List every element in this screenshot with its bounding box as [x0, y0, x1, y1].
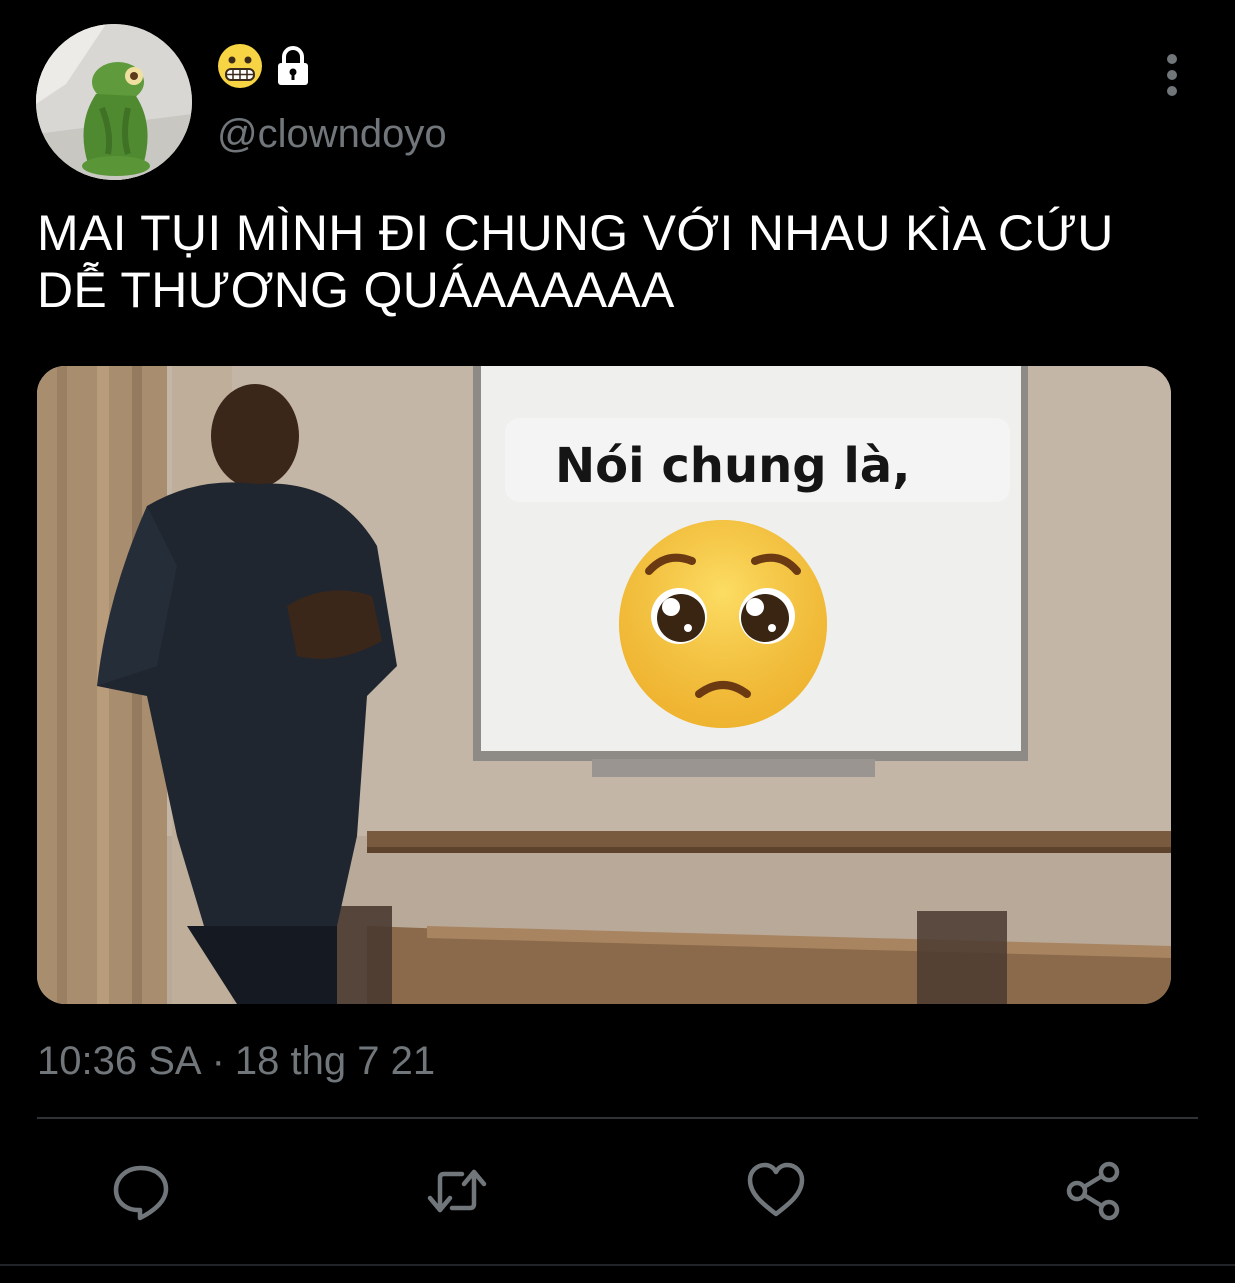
retweet-button[interactable]: [426, 1160, 488, 1222]
reply-icon: [113, 1165, 169, 1221]
tweet-media-image[interactable]: Nói chung là,: [37, 366, 1171, 1004]
divider: [37, 1117, 1198, 1119]
share-icon: [1066, 1161, 1120, 1221]
media-caption: Nói chung là,: [555, 438, 911, 494]
tweet: @clowndoyo MAI TỤI MÌNH ĐI CHUNG VỚI NHA…: [0, 0, 1235, 1283]
avatar[interactable]: [36, 24, 192, 180]
tweet-text: MAI TỤI MÌNH ĐI CHUNG VỚI NHAU KÌA CỨU D…: [37, 205, 1114, 318]
like-icon: [747, 1162, 805, 1217]
tweet-time: 10:36 SA: [37, 1039, 202, 1083]
tweet-timestamp[interactable]: 10:36 SA · 18 thg 7 21: [37, 1036, 435, 1086]
more-options-icon[interactable]: [1150, 50, 1194, 100]
bottom-divider: [0, 1264, 1235, 1266]
user-handle[interactable]: @clowndoyo: [217, 110, 447, 158]
tweet-date: 18 thg 7 21: [234, 1039, 436, 1083]
lock-icon: [278, 46, 308, 85]
pleading-face-emoji: [619, 520, 827, 728]
grimacing-face-emoji: [218, 44, 262, 88]
share-button[interactable]: [1062, 1160, 1124, 1222]
display-name[interactable]: [216, 42, 314, 90]
retweet-icon: [427, 1169, 487, 1213]
reply-button[interactable]: [110, 1160, 172, 1222]
like-button[interactable]: [745, 1160, 807, 1222]
separator: ·: [211, 1039, 225, 1083]
